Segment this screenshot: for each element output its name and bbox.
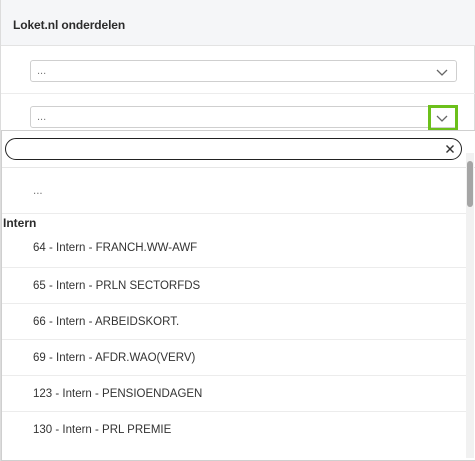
- onderdeel-select-2[interactable]: ...: [30, 106, 457, 128]
- dropdown-options: ... Intern 64 - Intern - FRANCH.WW-AWF 6…: [2, 167, 466, 460]
- form-panel: Loket.nl onderdelen ... ... ... Intern 6…: [0, 0, 475, 461]
- divider: [1, 93, 475, 94]
- option-label: 123 - Intern - PENSIOENDAGEN: [33, 388, 203, 400]
- dropdown-option[interactable]: ...: [2, 167, 466, 214]
- dropdown-scrollbar[interactable]: [466, 153, 474, 458]
- option-label: 65 - Intern - PRLN SECTORFDS: [33, 280, 201, 292]
- select-1-value: ...: [37, 65, 47, 77]
- dropdown-option[interactable]: 66 - Intern - ARBEIDSKORT.: [2, 304, 466, 340]
- dropdown-list: ... Intern 64 - Intern - FRANCH.WW-AWF 6…: [1, 130, 475, 461]
- dropdown-search-area: [2, 131, 475, 168]
- option-label: 64 - Intern - FRANCH.WW-AWF: [33, 242, 198, 254]
- panel-header: Loket.nl onderdelen: [1, 0, 475, 46]
- dropdown-option[interactable]: 69 - Intern - AFDR.WAO(VERV): [2, 340, 466, 376]
- clear-icon[interactable]: [442, 141, 458, 157]
- dropdown-option[interactable]: 130 - Intern - PRL PREMIE: [2, 412, 466, 452]
- option-label: 69 - Intern - AFDR.WAO(VERV): [33, 352, 196, 364]
- dropdown-option[interactable]: 64 - Intern - FRANCH.WW-AWF: [2, 232, 466, 268]
- dropdown-search-input[interactable]: [5, 138, 462, 160]
- chevron-down-icon[interactable]: [434, 65, 450, 79]
- option-group-label: Intern: [3, 216, 37, 230]
- select-2-value: ...: [37, 111, 47, 123]
- onderdeel-select-1[interactable]: ...: [30, 60, 457, 82]
- scrollbar-thumb[interactable]: [467, 161, 473, 207]
- dropdown-option[interactable]: 65 - Intern - PRLN SECTORFDS: [2, 268, 466, 304]
- dropdown-option[interactable]: 123 - Intern - PENSIOENDAGEN: [2, 376, 466, 412]
- option-label: 130 - Intern - PRL PREMIE: [33, 424, 172, 436]
- option-label: ...: [33, 185, 43, 197]
- highlight-box: [428, 105, 458, 131]
- panel-title: Loket.nl onderdelen: [13, 18, 126, 32]
- option-label: 66 - Intern - ARBEIDSKORT.: [33, 316, 180, 328]
